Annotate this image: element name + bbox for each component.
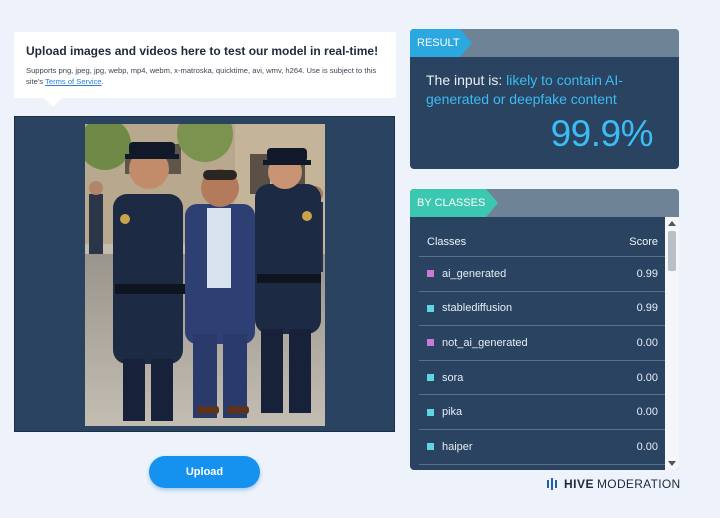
- supported-formats-suffix: .: [101, 77, 104, 86]
- hive-moderation-brand: HIVE MODERATION: [547, 477, 680, 491]
- class-name: stablediffusion: [442, 302, 513, 315]
- class-color-swatch: [427, 443, 434, 451]
- result-card-header: RESULT: [410, 29, 679, 57]
- brand-moderation-text: MODERATION: [597, 477, 681, 491]
- upload-instructions-title: Upload images and videos here to test ou…: [26, 44, 379, 58]
- class-score: 0.00: [636, 371, 658, 384]
- upload-instructions-card: Upload images and videos here to test ou…: [14, 32, 396, 107]
- supported-formats-text: Supports png, jpeg, jpg, webp, mp4, webm…: [26, 65, 384, 87]
- result-card: RESULT The input is: likely to contain A…: [410, 29, 679, 169]
- hive-bars-icon: [547, 478, 559, 490]
- class-row: stablediffusion 0.99: [419, 292, 666, 327]
- uploaded-image-panel: [14, 116, 395, 432]
- class-color-swatch: [427, 270, 434, 278]
- class-row: pika 0.00: [419, 395, 666, 430]
- classes-table-body: ai_generated 0.99 stablediffusion 0.99 not_a…: [419, 257, 666, 465]
- scroll-up-arrow-icon[interactable]: [668, 221, 676, 226]
- scroll-thumb[interactable]: [668, 231, 676, 271]
- class-name: sora: [442, 371, 464, 384]
- class-row: sora 0.00: [419, 361, 666, 396]
- score-column-header: Score: [629, 235, 658, 248]
- classes-table: Classes Score ai_generated 0.99 stablediff…: [419, 227, 666, 465]
- class-row: haiper 0.00: [419, 430, 666, 465]
- class-score: 0.00: [636, 440, 658, 453]
- class-name: ai_generated: [442, 267, 507, 280]
- scroll-down-arrow-icon[interactable]: [668, 461, 676, 466]
- class-row: not_ai_generated 0.00: [419, 326, 666, 361]
- class-score: 0.99: [636, 267, 658, 280]
- class-name: haiper: [442, 440, 473, 453]
- class-color-swatch: [427, 408, 434, 416]
- result-verdict: The input is: likely to contain AI-gener…: [410, 57, 679, 109]
- brand-hive-text: HIVE: [564, 477, 595, 491]
- result-prefix: The input is:: [426, 72, 507, 88]
- class-score: 0.00: [636, 406, 658, 419]
- classes-table-header: Classes Score: [419, 227, 666, 257]
- class-row: ai_generated 0.99: [419, 257, 666, 292]
- result-score: 99.9%: [550, 113, 654, 154]
- class-score: 0.00: [636, 336, 658, 349]
- class-color-swatch: [427, 374, 434, 382]
- upload-button[interactable]: Upload: [149, 456, 260, 488]
- classes-scrollbar[interactable]: [665, 217, 679, 470]
- class-score: 0.99: [636, 302, 658, 315]
- class-color-swatch: [427, 304, 434, 312]
- classes-card-header: BY CLASSES: [410, 189, 679, 217]
- class-name: pika: [442, 406, 463, 419]
- classes-card: BY CLASSES Classes Score ai_generated 0.9…: [410, 189, 679, 470]
- class-color-swatch: [427, 339, 434, 347]
- result-tag: RESULT: [410, 29, 472, 57]
- uploaded-photo: [85, 124, 325, 426]
- uploaded-photo-illustration: [85, 124, 325, 426]
- classes-column-header: Classes: [427, 235, 467, 248]
- class-name: not_ai_generated: [442, 336, 528, 349]
- terms-of-service-link[interactable]: Terms of Service: [45, 77, 102, 86]
- classes-tag: BY CLASSES: [410, 189, 498, 217]
